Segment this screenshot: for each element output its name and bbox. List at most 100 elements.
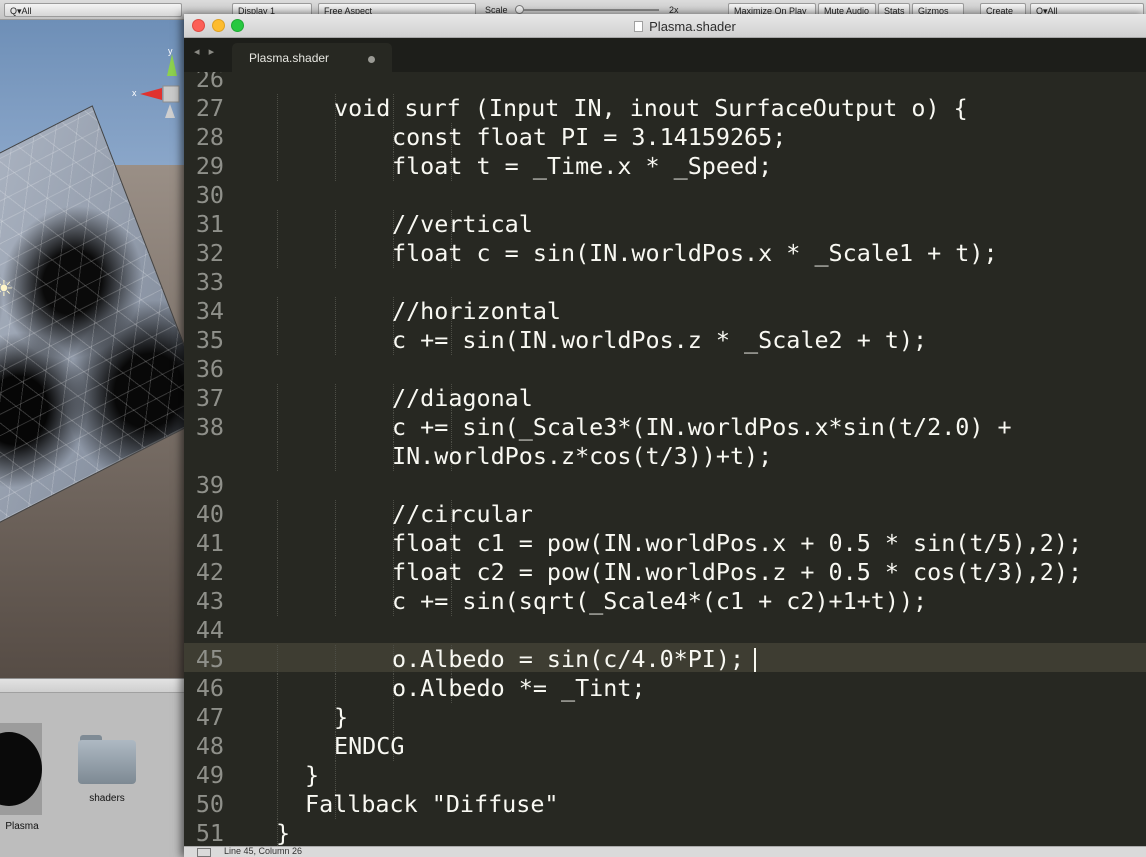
gizmo-y-label: y: [168, 48, 173, 56]
window-title: Plasma.shader: [184, 19, 1146, 34]
indent-guide: [277, 326, 278, 355]
code-text-area[interactable]: 26 27 void surf (Input IN, inout SurfaceOu…: [184, 72, 1146, 846]
project-assets-grid: Plasma shaders: [0, 693, 184, 857]
indent-guide: [335, 123, 336, 152]
indent-guide: [277, 123, 278, 152]
asset-label: shaders: [89, 793, 125, 804]
code-editor-window: Plasma.shader ◂ ▸ Plasma.shader 26 27 void…: [184, 14, 1146, 857]
line-code: }: [276, 819, 291, 846]
code-line: 46 o.Albedo *= _Tint;: [184, 674, 1146, 703]
line-number: 40: [195, 500, 224, 528]
project-panel-header: [0, 679, 184, 693]
asset-shaders-folder[interactable]: shaders: [72, 723, 142, 804]
line-code: const float PI = 3.14159265;: [392, 123, 787, 151]
plasma-plane: [0, 105, 184, 565]
code-line: 49}: [184, 761, 1146, 790]
indent-guide: [277, 413, 278, 442]
indent-guide: [277, 297, 278, 326]
gizmo-x-label: x: [132, 88, 137, 98]
indent-guide: [335, 761, 336, 790]
line-code: c += sin(IN.worldPos.z * _Scale2 + t);: [392, 326, 928, 354]
tab-nav-arrows-icon[interactable]: ◂ ▸: [194, 45, 217, 58]
indent-guide: [277, 94, 278, 123]
line-number: 44: [195, 616, 224, 644]
line-number: 38: [195, 413, 224, 441]
indent-guide: [277, 529, 278, 558]
line-code: ENDCG: [334, 732, 405, 760]
line-number: 47: [195, 703, 224, 731]
indent-guide: [277, 703, 278, 732]
line-code: void surf (Input IN, inout SurfaceOutput…: [334, 94, 968, 122]
indent-guide: [335, 152, 336, 181]
line-number: 32: [195, 239, 224, 267]
orientation-gizmo-icon[interactable]: y x: [132, 48, 184, 120]
indent-guide: [335, 239, 336, 268]
line-number: 39: [195, 471, 224, 499]
indent-guide: [393, 703, 394, 732]
code-line: 36: [184, 355, 1146, 384]
indent-guide: [335, 210, 336, 239]
code-line: 28 const float PI = 3.14159265;: [184, 123, 1146, 152]
code-line: 42 float c2 = pow(IN.worldPos.z + 0.5 * c…: [184, 558, 1146, 587]
code-line: 31 //vertical: [184, 210, 1146, 239]
code-line: 43 c += sin(sqrt(_Scale4*(c1 + c2)+1+t));: [184, 587, 1146, 616]
line-code: //diagonal: [392, 384, 533, 412]
tab-label: Plasma.shader: [249, 51, 330, 65]
indent-guide: [277, 239, 278, 268]
line-code: o.Albedo *= _Tint;: [392, 674, 646, 702]
code-line: IN.worldPos.z*cos(t/3))+t);: [184, 442, 1146, 471]
line-number: 33: [195, 268, 224, 296]
code-line: 27 void surf (Input IN, inout SurfaceOutp…: [184, 94, 1146, 123]
file-icon: [634, 21, 644, 32]
indent-guide: [335, 558, 336, 587]
code-line: 48 ENDCG: [184, 732, 1146, 761]
line-number: 50: [195, 790, 224, 818]
unsaved-dot-icon[interactable]: [368, 56, 375, 63]
line-number: 45: [195, 645, 224, 673]
line-number: 51: [195, 819, 224, 846]
status-cursor-position: Line 45, Column 26: [224, 846, 303, 856]
line-code: float c2 = pow(IN.worldPos.z + 0.5 * cos…: [392, 558, 1083, 586]
code-line: 45 o.Albedo = sin(c/4.0*PI);: [184, 645, 1146, 674]
indent-guide: [335, 500, 336, 529]
asset-plasma-material[interactable]: Plasma: [0, 723, 44, 832]
indent-guide: [335, 384, 336, 413]
indent-guide: [277, 384, 278, 413]
line-code: //circular: [392, 500, 533, 528]
line-code: c += sin(_Scale3*(IN.worldPos.x*sin(t/2.…: [392, 413, 1012, 441]
line-number: 35: [195, 326, 224, 354]
indent-guide: [277, 790, 278, 819]
line-number: 31: [195, 210, 224, 238]
code-line: 35 c += sin(IN.worldPos.z * _Scale2 + t);: [184, 326, 1146, 355]
material-thumbnail: [0, 723, 42, 815]
indent-guide: [335, 529, 336, 558]
line-number: 41: [195, 529, 224, 557]
hierarchy-search-input[interactable]: Q▾All: [4, 3, 182, 17]
code-line: 38 c += sin(_Scale3*(IN.worldPos.x*sin(t/…: [184, 413, 1146, 442]
line-code: Fallback "Diffuse": [305, 790, 559, 818]
window-title-text: Plasma.shader: [649, 19, 736, 34]
code-line: 30: [184, 181, 1146, 210]
directional-light-icon: ☀: [0, 276, 14, 301]
line-number: 30: [195, 181, 224, 209]
tab-bar: ◂ ▸ Plasma.shader: [184, 38, 1146, 72]
code-line: 29 float t = _Time.x * _Speed;: [184, 152, 1146, 181]
code-line: 32 float c = sin(IN.worldPos.x * _Scale1 …: [184, 239, 1146, 268]
status-bar: Line 45, Column 26: [184, 846, 1146, 857]
indent-guide: [277, 442, 278, 471]
scene-view[interactable]: ☀ y x: [0, 20, 184, 678]
line-number: 29: [195, 152, 224, 180]
line-number: 48: [195, 732, 224, 760]
panel-toggle-icon[interactable]: [197, 848, 211, 857]
indent-guide: [277, 558, 278, 587]
indent-guide: [277, 732, 278, 761]
line-code: float t = _Time.x * _Speed;: [392, 152, 773, 180]
line-number: 34: [195, 297, 224, 325]
project-panel: Plasma shaders: [0, 678, 184, 857]
indent-guide: [335, 413, 336, 442]
code-line: 40 //circular: [184, 500, 1146, 529]
title-bar: Plasma.shader: [184, 14, 1146, 38]
folder-icon: [78, 735, 136, 787]
tab-plasma-shader[interactable]: Plasma.shader: [232, 43, 392, 72]
indent-guide: [335, 674, 336, 703]
